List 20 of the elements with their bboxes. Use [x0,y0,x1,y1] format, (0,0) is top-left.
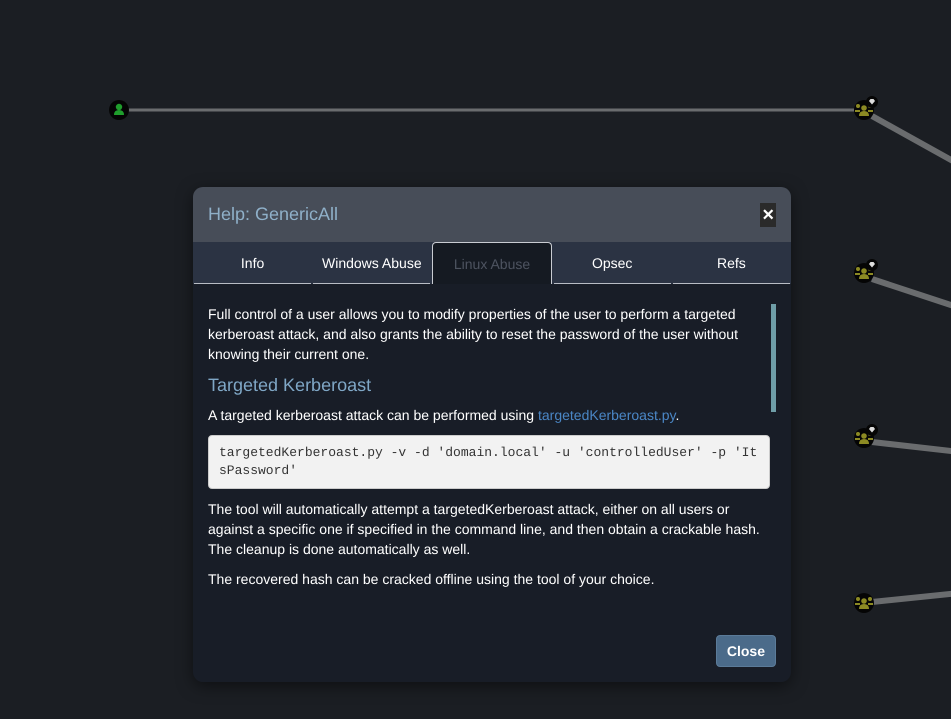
paragraph: The recovered hash can be cracked offline using the tool of your choice. [208,570,656,589]
code-block: targetedKerberoast.py -v -d 'domain.local' -u 'controlledUser' -p 'ItsPassword' [208,435,770,489]
tab[interactable]: Opsec [554,242,671,284]
dialog-title: Help: GenericAll [208,204,338,225]
group-node-icon[interactable] [854,424,878,448]
close-button[interactable]: Close [716,635,776,667]
group-node-icon[interactable] [854,259,878,283]
paragraph: The tool will automatically attempt a targetedKerberoast attack, either on all users or against a specific one if specified in the command line, and then obtain a crackable hash. The cleanup is done automatically as well. [208,500,761,559]
tool-link[interactable]: targetedKerberoast.py [538,407,676,423]
section-heading: Targeted Kerberoast [208,374,372,396]
user-node-icon[interactable] [109,100,129,120]
scrollbar-thumb[interactable] [771,304,776,412]
tab[interactable]: Refs [672,242,790,284]
group-node-icon[interactable] [854,96,878,120]
paragraph: Full control of a user allows you to modify properties of the user to perform a targeted kerberoast attack, and also grants the ability to reset the password of the user without knowing their current one. [208,305,739,364]
tab[interactable]: Info [194,242,312,284]
tab[interactable]: Windows Abuse [313,242,430,284]
close-button[interactable]: × [760,202,776,226]
group-node-icon[interactable] [854,593,874,613]
paragraph: A targeted kerberoast attack can be performed using targetedKerberoast.py. [208,406,680,425]
